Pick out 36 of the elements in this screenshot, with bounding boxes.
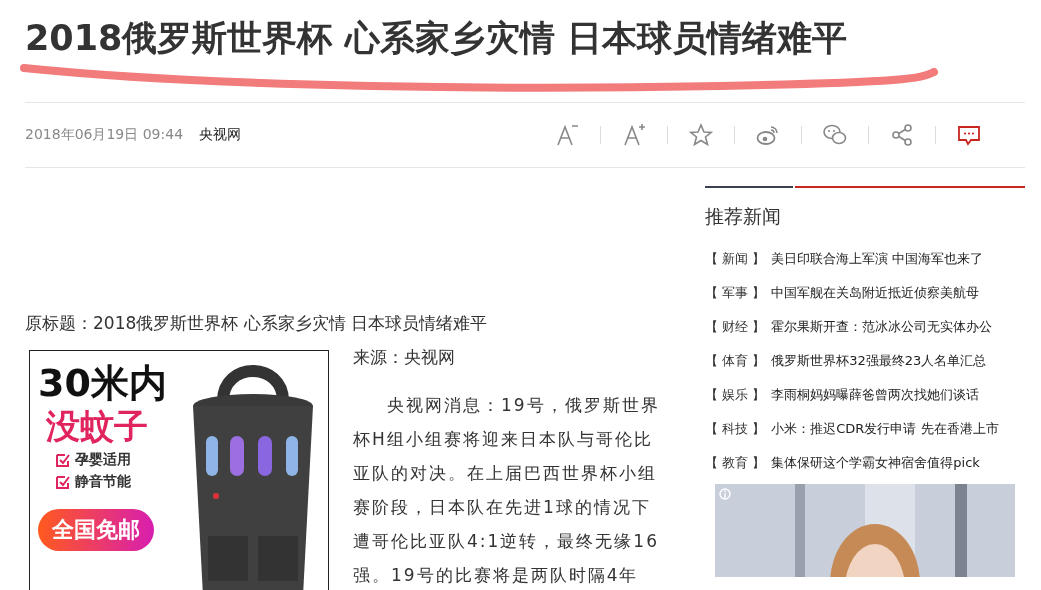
weibo-icon[interactable] — [756, 123, 780, 147]
source-name: 央视网 — [199, 126, 242, 144]
original-title: 原标题：2018俄罗斯世界杯 心系家乡灾情 日本球员情绪难平 — [25, 312, 489, 335]
category-tag[interactable]: 【 教育 】 — [705, 454, 766, 472]
ad-headline: 30米内 — [38, 361, 168, 405]
news-link[interactable]: 美日印联合海上军演 中国海军也来了 — [771, 250, 984, 268]
font-decrease-icon[interactable] — [555, 123, 579, 147]
ad-feature: 静音节能 — [75, 473, 131, 491]
font-increase-icon[interactable] — [622, 123, 646, 147]
publish-date: 2018年06月19日 09:44 — [25, 126, 184, 144]
category-tag[interactable]: 【 军事 】 — [705, 284, 766, 302]
share-icon[interactable] — [890, 123, 914, 147]
ad-badge: 全国免邮 — [38, 509, 154, 551]
news-link[interactable]: 中国军舰在关岛附近抵近侦察美航母 — [771, 284, 980, 302]
news-link[interactable]: 俄罗斯世界杯32强最终23人名单汇总 — [771, 352, 987, 370]
ad-banner[interactable]: 30米内 没蚊子 孕婴适用 静音节能 全国免邮 — [29, 350, 329, 590]
category-tag[interactable]: 【 科技 】 — [705, 420, 766, 438]
category-tag[interactable]: 【 财经 】 — [705, 318, 766, 336]
article-title: 2018俄罗斯世界杯 心系家乡灾情 日本球员情绪难平 — [25, 17, 848, 60]
checkmark-icon — [56, 453, 70, 467]
source-line: 来源：央视网 — [353, 346, 456, 369]
category-tag[interactable]: 【 新闻 】 — [705, 250, 766, 268]
news-link[interactable]: 霍尔果斯开查：范冰冰公司无实体办公 — [771, 318, 993, 336]
category-tag[interactable]: 【 娱乐 】 — [705, 386, 766, 404]
news-link[interactable]: 集体保研这个学霸女神宿舍值得pick — [771, 454, 980, 472]
news-link[interactable]: 小米：推迟CDR发行申请 先在香港上市 — [771, 420, 999, 438]
wechat-icon[interactable] — [823, 123, 847, 147]
ad-feature: 孕婴适用 — [75, 451, 131, 469]
ad-subline: 没蚊子 — [46, 405, 149, 447]
category-tag[interactable]: 【 体育 】 — [705, 352, 766, 370]
comment-icon[interactable] — [957, 123, 981, 147]
checkmark-icon — [56, 475, 70, 489]
star-icon[interactable] — [689, 123, 713, 147]
news-link[interactable]: 李雨桐妈妈曝薛爸曾两次找她们谈话 — [771, 386, 980, 404]
sidebar-title: 推荐新闻 — [705, 204, 782, 228]
article-paragraph: 央视网消息：19号，俄罗斯世界杯H组小组赛将迎来日本队与哥伦比亚队的对决。在上届巴西世界杯小组赛阶段，日本队在先进1球的情况下遭哥伦比亚队4:1逆转，最终无缘16强。19号的比赛将是两队时隔4年 — [353, 394, 661, 587]
